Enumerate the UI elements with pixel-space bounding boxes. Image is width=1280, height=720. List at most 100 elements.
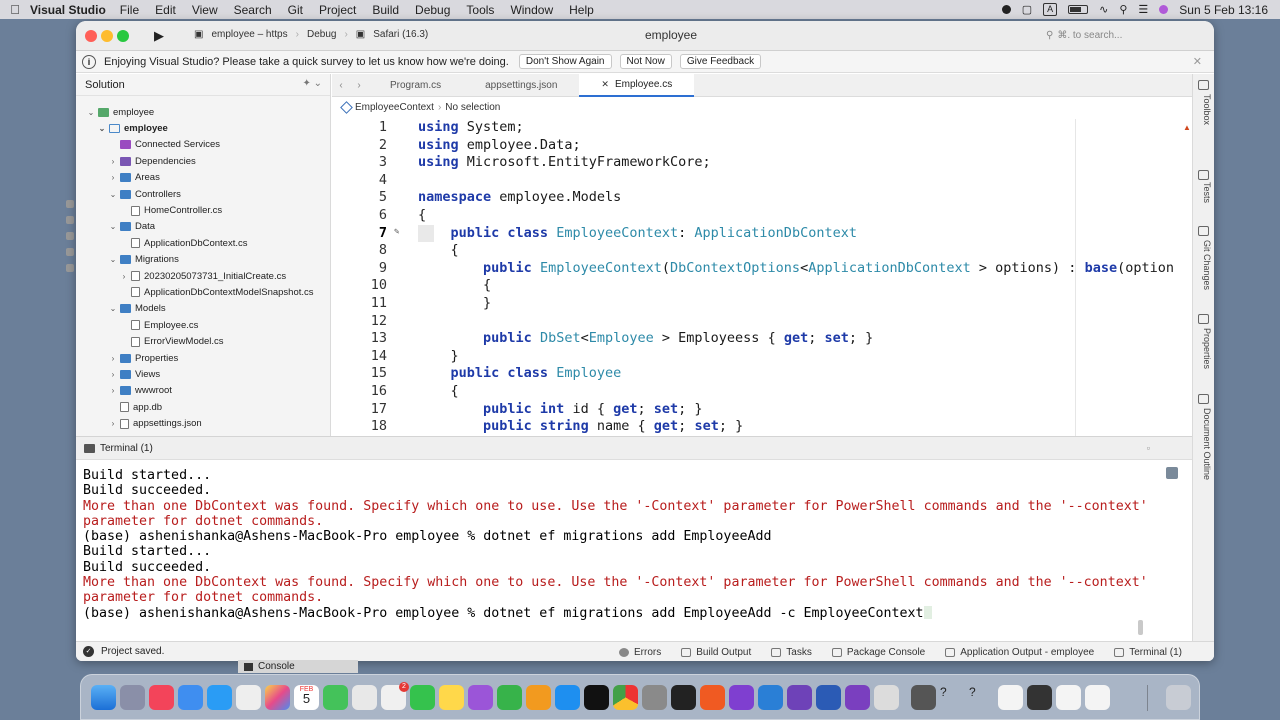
help-icon[interactable]: ? bbox=[969, 685, 994, 710]
tree-item[interactable]: ⌄ Controllers bbox=[76, 186, 330, 202]
system-settings-icon[interactable] bbox=[642, 685, 667, 710]
terminal-pad[interactable]: Terminal (1) bbox=[1114, 647, 1182, 658]
wifi-icon[interactable]: ∿ bbox=[1099, 3, 1108, 16]
zoom-window-button[interactable] bbox=[117, 30, 129, 42]
utility-icon[interactable] bbox=[874, 685, 899, 710]
tree-item[interactable]: › Views bbox=[76, 366, 330, 382]
device-selector[interactable]: Safari (16.3) bbox=[373, 29, 428, 40]
panel-options-icon[interactable]: ✦ ⌄ bbox=[302, 78, 322, 89]
tree-item[interactable]: › wwwroot bbox=[76, 383, 330, 399]
package-console-pad[interactable]: Package Console bbox=[831, 647, 925, 658]
quick-fix-icon[interactable]: ✎ bbox=[394, 227, 399, 237]
code-line[interactable]: 2 using employee.Data; bbox=[332, 137, 1192, 155]
pages-icon[interactable] bbox=[526, 685, 551, 710]
menu-app-name[interactable]: Visual Studio bbox=[30, 3, 106, 17]
maps-icon[interactable] bbox=[236, 685, 261, 710]
tree-item[interactable]: › Dependencies bbox=[76, 153, 330, 169]
photos-icon[interactable] bbox=[265, 685, 290, 710]
menu-tools[interactable]: Tools bbox=[466, 3, 494, 17]
tree-item[interactable]: ⌄ Data bbox=[76, 219, 330, 235]
help-icon[interactable]: ? bbox=[940, 685, 965, 710]
code-line[interactable]: 11 } bbox=[332, 295, 1192, 313]
dont-show-again-button[interactable]: Don't Show Again bbox=[518, 54, 612, 69]
document-outline-icon[interactable] bbox=[1198, 394, 1209, 404]
tab-employee-cs[interactable]: ✕ Employee.cs bbox=[579, 73, 695, 97]
input-source-indicator[interactable]: A bbox=[1043, 3, 1058, 16]
music-icon[interactable] bbox=[149, 685, 174, 710]
not-now-button[interactable]: Not Now bbox=[619, 54, 672, 69]
tree-item[interactable]: ApplicationDbContext.cs bbox=[76, 235, 330, 251]
chevron-right-icon[interactable]: › bbox=[108, 370, 118, 379]
breadcrumb-member[interactable]: No selection bbox=[445, 102, 500, 113]
code-line[interactable]: 14 } bbox=[332, 348, 1192, 366]
tree-item[interactable]: Employee.cs bbox=[76, 317, 330, 333]
tests-icon[interactable] bbox=[1198, 170, 1209, 180]
record-icon[interactable] bbox=[1001, 5, 1011, 14]
menu-debug[interactable]: Debug bbox=[415, 3, 450, 17]
terminal-scrollbar[interactable] bbox=[1138, 620, 1143, 635]
close-icon[interactable]: ✕ bbox=[1193, 55, 1202, 68]
reminders-icon[interactable]: 2 bbox=[381, 682, 409, 710]
mail-icon[interactable] bbox=[178, 685, 203, 710]
menu-git[interactable]: Git bbox=[288, 3, 303, 17]
tests-tab[interactable]: Tests bbox=[1196, 182, 1212, 203]
code-area[interactable]: 1 using System; 2 using employee.Data; 3 usin… bbox=[332, 119, 1192, 456]
code-line[interactable]: 10 { bbox=[332, 277, 1192, 295]
chevron-right-icon[interactable]: › bbox=[108, 386, 118, 395]
toolbox-tab[interactable]: Toolbox bbox=[1196, 94, 1212, 125]
calendar-icon[interactable]: FEB 5 bbox=[294, 685, 319, 710]
run-play-icon[interactable]: ▶ bbox=[154, 28, 164, 44]
code-line[interactable]: 9 public EmployeeContext(DbContextOption… bbox=[332, 260, 1192, 278]
messages-icon[interactable] bbox=[323, 685, 348, 710]
minimize-window-button[interactable] bbox=[101, 30, 113, 42]
apple-menu-icon[interactable]:  bbox=[0, 2, 30, 17]
code-line[interactable]: 4 bbox=[332, 172, 1192, 190]
spotlight-search-icon[interactable]: ⚲ bbox=[1119, 3, 1127, 16]
launchpad-icon[interactable] bbox=[120, 685, 145, 710]
run-target-selector[interactable]: employee – https bbox=[211, 29, 287, 40]
search-input[interactable]: ⚲ ⌘. to search... bbox=[1046, 27, 1206, 44]
menu-search[interactable]: Search bbox=[234, 3, 272, 17]
errors-pad[interactable]: Errors bbox=[619, 647, 661, 658]
breadcrumb-class[interactable]: EmployeeContext bbox=[355, 102, 434, 113]
chevron-right-icon[interactable]: › bbox=[108, 173, 118, 182]
menu-view[interactable]: View bbox=[192, 3, 218, 17]
menubar-clock[interactable]: Sun 5 Feb 13:16 bbox=[1179, 3, 1268, 17]
github-desktop-icon[interactable] bbox=[787, 685, 812, 710]
tree-item[interactable]: › 20230205073731_InitialCreate.cs bbox=[76, 268, 330, 284]
podcasts-icon[interactable] bbox=[468, 685, 493, 710]
chevron-down-icon[interactable]: ⌄ bbox=[108, 304, 118, 313]
control-center-icon[interactable]: ☰ bbox=[1138, 3, 1148, 16]
tab-appsettings-json[interactable]: appsettings.json bbox=[463, 74, 579, 97]
panel-minimize-icon[interactable]: ▫ bbox=[1147, 443, 1150, 453]
tree-item[interactable]: › Areas bbox=[76, 170, 330, 186]
numbers-icon[interactable] bbox=[497, 685, 522, 710]
trash-icon[interactable] bbox=[1166, 685, 1191, 710]
terminal-title[interactable]: Terminal (1) bbox=[100, 443, 153, 454]
chevron-down-icon[interactable]: ⌄ bbox=[108, 222, 118, 231]
terminal-add-icon[interactable] bbox=[1166, 467, 1178, 479]
application-output-pad[interactable]: Application Output - employee bbox=[945, 647, 1094, 658]
contacts-icon[interactable] bbox=[352, 685, 377, 710]
code-line[interactable]: 5 namespace employee.Models bbox=[332, 189, 1192, 207]
tree-item[interactable]: › Properties bbox=[76, 350, 330, 366]
code-line[interactable]: 8 { bbox=[332, 242, 1192, 260]
finder-icon[interactable] bbox=[91, 685, 116, 710]
configuration-selector[interactable]: Debug bbox=[307, 29, 336, 40]
visual-studio-icon[interactable] bbox=[845, 685, 870, 710]
properties-tab[interactable]: Properties bbox=[1196, 328, 1212, 369]
chrome-icon[interactable] bbox=[613, 685, 638, 710]
menu-build[interactable]: Build bbox=[372, 3, 399, 17]
terminal-app-icon[interactable] bbox=[671, 685, 696, 710]
facetime-icon[interactable] bbox=[410, 685, 435, 710]
chevron-down-icon[interactable]: ⌄ bbox=[108, 190, 118, 199]
give-feedback-button[interactable]: Give Feedback bbox=[679, 54, 762, 69]
menu-help[interactable]: Help bbox=[569, 3, 594, 17]
toolbox-icon[interactable] bbox=[1198, 80, 1209, 90]
battery-icon[interactable] bbox=[1068, 5, 1089, 14]
build-output-pad[interactable]: Build Output bbox=[681, 647, 751, 658]
siri-icon[interactable] bbox=[1159, 5, 1169, 14]
window-thumbnail-icon[interactable] bbox=[1085, 685, 1110, 710]
apple-tv-icon[interactable] bbox=[584, 685, 609, 710]
git-changes-tab[interactable]: Git Changes bbox=[1196, 240, 1212, 290]
